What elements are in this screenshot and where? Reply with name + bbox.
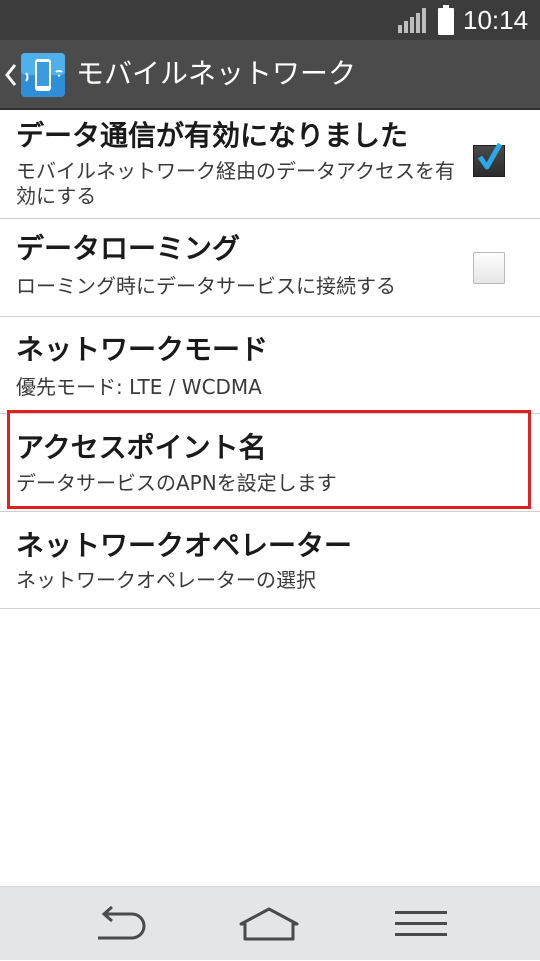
item-title: アクセスポイント名 bbox=[16, 431, 267, 464]
back-chevron-icon[interactable] bbox=[4, 62, 18, 88]
home-button[interactable] bbox=[209, 887, 329, 961]
mobile-network-app-icon[interactable] bbox=[20, 52, 66, 98]
battery-icon bbox=[438, 5, 454, 35]
item-title: データ通信が有効になりました bbox=[16, 119, 409, 152]
back-icon bbox=[98, 906, 146, 940]
item-summary: データサービスのAPNを設定します bbox=[16, 471, 337, 495]
item-summary: モバイルネットワーク経由のデータアクセスを有効にする bbox=[16, 159, 455, 208]
status-bar: 10:14 bbox=[0, 0, 540, 40]
action-bar: モバイルネットワーク bbox=[0, 40, 540, 110]
item-title: ネットワークオペレーター bbox=[16, 529, 353, 562]
item-title: ネットワークモード bbox=[16, 333, 269, 366]
item-summary: ネットワークオペレーターの選択 bbox=[16, 568, 316, 592]
back-button[interactable] bbox=[58, 887, 178, 961]
menu-icon bbox=[395, 911, 447, 936]
settings-list: データ通信が有効になりました モバイルネットワーク経由のデータアクセスを有効にす… bbox=[0, 110, 540, 609]
data-roaming-checkbox[interactable] bbox=[473, 252, 505, 284]
nav-bar bbox=[0, 886, 540, 960]
checkmark-icon bbox=[477, 142, 503, 170]
data-enabled-checkbox[interactable] bbox=[473, 142, 505, 177]
list-item-network-operator[interactable]: ネットワークオペレーター ネットワークオペレーターの選択 bbox=[0, 512, 540, 609]
page-title: モバイルネットワーク bbox=[76, 57, 357, 90]
home-icon bbox=[239, 907, 299, 941]
list-item-network-mode[interactable]: ネットワークモード 優先モード: LTE / WCDMA bbox=[0, 317, 540, 414]
item-summary: ローミング時にデータサービスに接続する bbox=[16, 274, 396, 298]
list-item-access-point-name[interactable]: アクセスポイント名 データサービスのAPNを設定します bbox=[0, 414, 540, 512]
item-summary: 優先モード: LTE / WCDMA bbox=[16, 375, 262, 399]
menu-button[interactable] bbox=[361, 887, 481, 961]
signal-icon bbox=[398, 8, 426, 33]
status-time: 10:14 bbox=[463, 5, 529, 35]
item-title: データローミング bbox=[16, 232, 241, 265]
list-item-data-enabled[interactable]: データ通信が有効になりました モバイルネットワーク経由のデータアクセスを有効にす… bbox=[0, 110, 540, 219]
list-item-data-roaming[interactable]: データローミング ローミング時にデータサービスに接続する bbox=[0, 219, 540, 317]
